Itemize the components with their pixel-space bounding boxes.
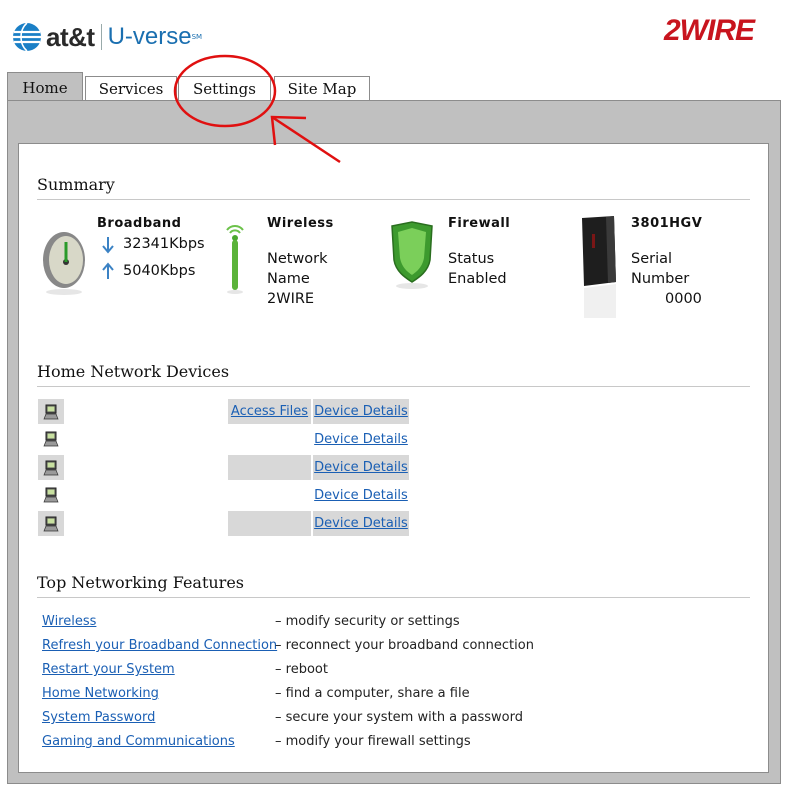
empty-cell [228,511,311,536]
feature-desc: – reconnect your broadband connection [275,638,534,653]
device-details-cell: Device Details [313,483,409,508]
access-files-link[interactable]: Access Files [231,404,308,419]
tab-settings[interactable]: Settings [178,76,271,101]
att-wordmark: at&t [46,21,95,52]
att-globe-icon [13,22,41,52]
computer-icon [38,484,64,506]
tab-services[interactable]: Services [85,76,177,101]
broadband-upload-speed: 5040Kbps [123,263,196,279]
feature-link-restart-system[interactable]: Restart your System [42,662,175,677]
device-number-text: Number [631,271,690,287]
computer-icon [38,455,64,480]
broadband-label: Broadband [97,216,182,231]
feature-desc: – find a computer, share a file [275,686,470,701]
feature-link-system-password[interactable]: System Password [42,710,155,725]
feature-link-gaming-communications[interactable]: Gaming and Communications [42,734,235,749]
device-details-cell: Device Details [313,427,409,452]
device-serial-text: Serial [631,251,673,267]
uverse-wordmark: U-verse [107,23,192,50]
home-network-title: Home Network Devices [37,362,230,381]
computer-icon [38,399,64,424]
broadband-download-speed: 32341Kbps [123,236,205,252]
feature-desc: – modify your firewall settings [275,734,471,749]
att-uverse-logo: at&t U-verse SM [12,20,202,54]
gateway-device-icon [582,216,616,318]
tab-site-map[interactable]: Site Map [274,76,370,101]
device-details-link[interactable]: Device Details [314,404,408,419]
service-mark: SM [191,33,203,41]
feature-link-wireless[interactable]: Wireless [42,614,96,629]
device-details-link[interactable]: Device Details [314,432,408,447]
firewall-status-text: Status [448,251,495,267]
computer-icon [38,511,64,536]
features-divider [37,597,750,598]
2wire-logo: 2WIRE [664,14,755,47]
device-model-label: 3801HGV [631,216,703,231]
wireless-name-text: Name [267,271,310,287]
empty-cell [228,455,311,480]
computer-icon [38,428,64,450]
firewall-shield-icon [391,221,433,289]
tab-home[interactable]: Home [7,72,83,102]
summary-title: Summary [37,175,115,194]
device-details-link[interactable]: Device Details [314,488,408,503]
firewall-label: Firewall [448,216,511,231]
device-details-cell: Device Details [313,455,409,480]
feature-link-refresh-broadband[interactable]: Refresh your Broadband Connection [42,638,277,653]
download-arrow-icon [102,237,114,254]
broadband-gauge-icon [43,232,85,295]
feature-desc: – secure your system with a password [275,710,524,725]
feature-desc: – reboot [275,662,328,677]
features-title: Top Networking Features [37,573,245,592]
feature-link-home-networking[interactable]: Home Networking [42,686,159,701]
upload-arrow-icon [102,262,114,279]
device-details-cell: Device Details [313,511,409,536]
device-serial-number: 0000 [665,291,702,307]
logo-divider [100,24,102,50]
device-details-link[interactable]: Device Details [314,516,408,531]
wireless-antenna-icon [226,225,244,294]
summary-divider [37,199,750,200]
home-network-divider [37,386,750,387]
firewall-enabled-text: Enabled [448,271,507,287]
access-files-cell: Access Files [228,399,311,424]
feature-desc: – modify security or settings [275,614,460,629]
device-details-cell: Device Details [313,399,409,424]
wireless-ssid: 2WIRE [267,291,315,307]
wireless-network-text: Network [267,251,328,267]
device-details-link[interactable]: Device Details [314,460,408,475]
wireless-label: Wireless [267,216,334,231]
